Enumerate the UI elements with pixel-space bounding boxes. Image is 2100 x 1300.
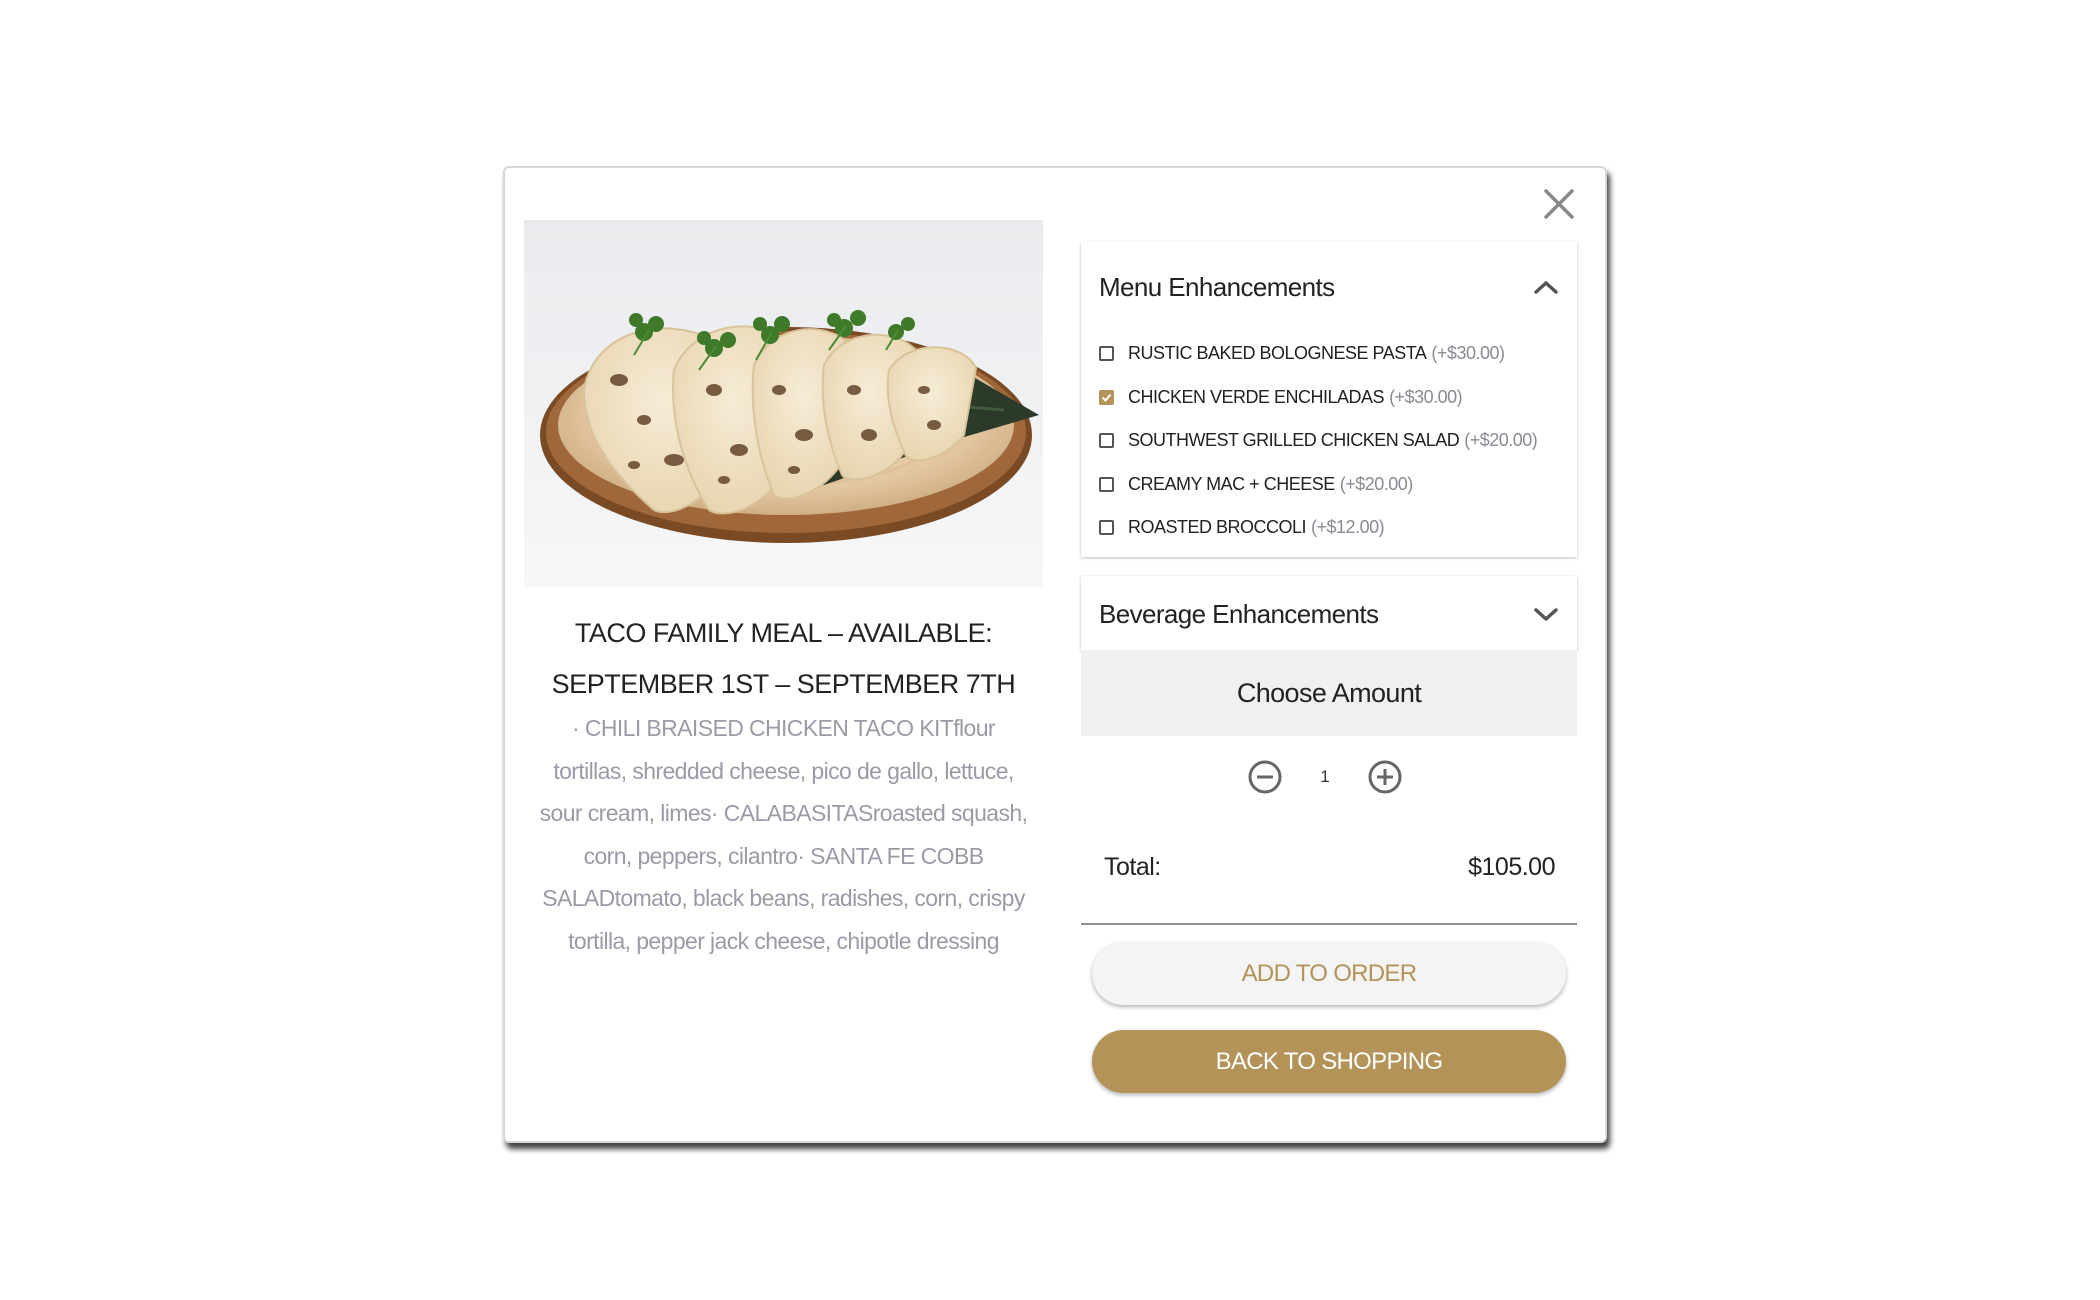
product-modal: TACO FAMILY MEAL – AVAILABLE: SEPTEMBER … [503,166,1607,1143]
check-icon [1101,393,1112,402]
menu-enhancements-panel: Menu Enhancements RUSTIC BAKED BOLOGNESE… [1081,242,1577,557]
quantity-value: 1 [1320,767,1330,786]
back-to-shopping-button[interactable]: BACK TO SHOPPING [1092,1030,1566,1093]
option-name: CREAMY MAC + CHEESE [1128,473,1335,494]
menu-enhancement-options: RUSTIC BAKED BOLOGNESE PASTA (+$30.00) C… [1099,332,1538,550]
total-label: Total: [1104,853,1161,881]
total-value: $105.00 [1468,853,1555,881]
option-name: RUSTIC BAKED BOLOGNESE PASTA [1128,343,1427,364]
option-name: ROASTED BROCCOLI [1128,517,1307,538]
option-checkbox[interactable] [1099,346,1114,362]
option-checkbox[interactable] [1099,476,1114,492]
menu-enhancements-title: Menu Enhancements [1099,271,1335,302]
option-checkbox[interactable] [1099,433,1114,449]
product-description: · CHILI BRAISED CHICKEN TACO KITflour to… [539,715,1028,954]
option-price: (+$20.00) [1339,473,1414,494]
option-name: CHICKEN VERDE ENCHILADAS [1128,386,1385,407]
choose-amount-label: Choose Amount [1081,650,1577,736]
chevron-up-icon[interactable] [1533,279,1559,295]
option-price: (+$20.00) [1464,430,1538,451]
option-creamy-mac-cheese[interactable]: CREAMY MAC + CHEESE (+$20.00) [1099,463,1537,507]
option-price: (+$12.00) [1311,517,1385,538]
add-to-order-button[interactable]: ADD TO ORDER [1092,942,1566,1005]
option-checkbox[interactable] [1099,520,1114,536]
chevron-down-icon[interactable] [1533,606,1559,622]
divider [1081,923,1577,925]
product-image [524,220,1043,587]
plus-circle-icon[interactable] [1367,759,1403,795]
beverage-enhancements-title: Beverage Enhancements [1099,598,1379,629]
menu-enhancements-header[interactable]: Menu Enhancements [1099,267,1559,307]
option-price: (+$30.00) [1389,386,1463,407]
option-price: (+$30.00) [1431,343,1505,364]
option-checkbox[interactable] [1099,389,1114,405]
option-southwest-grilled-chicken-salad[interactable]: SOUTHWEST GRILLED CHICKEN SALAD (+$20.00… [1099,419,1538,463]
taco-platter-photo [524,220,1043,587]
minus-circle-icon[interactable] [1247,759,1283,795]
option-chicken-verde-enchiladas[interactable]: CHICKEN VERDE ENCHILADAS (+$30.00) [1099,376,1537,420]
option-rustic-baked-bolognese-pasta[interactable]: RUSTIC BAKED BOLOGNESE PASTA (+$30.00) [1099,332,1537,376]
quantity-stepper: 1 [1247,759,1403,795]
total-row: Total: $105.00 [1104,853,1555,882]
product-title: TACO FAMILY MEAL – AVAILABLE: SEPTEMBER … [551,618,1016,699]
beverage-enhancements-panel: Beverage Enhancements [1081,576,1577,651]
close-icon[interactable] [1541,186,1577,222]
beverage-enhancements-header[interactable]: Beverage Enhancements [1099,594,1559,634]
option-roasted-broccoli[interactable]: ROASTED BROCCOLI (+$12.00) [1099,506,1537,550]
option-name: SOUTHWEST GRILLED CHICKEN SALAD [1128,430,1460,451]
